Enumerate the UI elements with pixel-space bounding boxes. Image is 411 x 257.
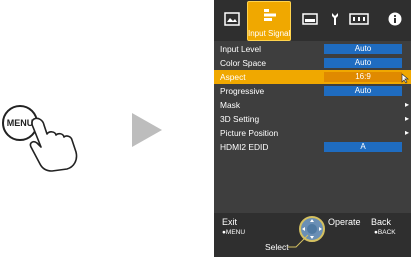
menu-item-color-space[interactable]: Color Space Auto xyxy=(214,56,411,70)
menu-tab-bar: Input Signal xyxy=(214,0,411,41)
chevron-right-icon: ▸ xyxy=(404,114,409,123)
tab-input-signal-label: Input Signal xyxy=(248,29,291,38)
menu-item-value: Auto xyxy=(324,86,402,96)
menu-item-list: Input Level Auto Color Space Auto Aspect… xyxy=(214,42,411,154)
back-button-hint: ●BACK xyxy=(374,229,396,236)
menu-item-label: Picture Position xyxy=(220,128,279,138)
info-icon[interactable] xyxy=(388,12,404,26)
exit-menu-hint: ●MENU xyxy=(222,229,246,236)
menu-item-hdmi2-edid[interactable]: HDMI2 EDID A xyxy=(214,140,411,154)
menu-item-label: Color Space xyxy=(220,58,267,68)
picture-icon[interactable] xyxy=(224,12,240,26)
menu-item-value: A xyxy=(324,142,402,152)
hand-pressing-menu-illustration: MENU xyxy=(2,105,78,172)
menu-item-value: Auto xyxy=(324,58,402,68)
select-callout-line xyxy=(288,234,309,248)
menu-item-label: HDMI2 EDID xyxy=(220,142,269,152)
installation-icon[interactable] xyxy=(302,12,318,26)
function-icon[interactable] xyxy=(327,12,343,26)
menu-item-label: Aspect xyxy=(220,72,246,82)
menu-item-mask[interactable]: Mask ▸ xyxy=(214,98,411,112)
chevron-right-icon: ▸ xyxy=(404,128,409,137)
pointer-cursor-icon xyxy=(401,73,409,84)
chevron-right-icon: ▸ xyxy=(404,100,409,109)
arrow-right-icon xyxy=(132,113,162,147)
select-label: Select xyxy=(265,242,289,252)
hand-icon xyxy=(29,117,78,172)
operate-label: Operate xyxy=(328,217,361,227)
menu-item-3d-setting[interactable]: 3D Setting ▸ xyxy=(214,112,411,126)
projector-menu-panel: Input Signal Input Level Auto Color Spac… xyxy=(214,0,411,257)
menu-item-label: Progressive xyxy=(220,86,265,96)
input-signal-icon xyxy=(264,9,276,21)
menu-item-value: Auto xyxy=(324,44,402,54)
menu-item-value: 16:9 xyxy=(324,72,402,82)
menu-button-label: MENU xyxy=(7,118,34,128)
menu-bottom-bar: Exit ●MENU Select Operate Back ●BACK xyxy=(214,213,411,257)
menu-item-aspect[interactable]: Aspect 16:9 xyxy=(214,70,411,84)
menu-item-label: 3D Setting xyxy=(220,114,260,124)
menu-item-picture-position[interactable]: Picture Position ▸ xyxy=(214,126,411,140)
exit-label[interactable]: Exit xyxy=(222,217,237,227)
menu-item-label: Input Level xyxy=(220,44,261,54)
menu-item-progressive[interactable]: Progressive Auto xyxy=(214,84,411,98)
back-label[interactable]: Back xyxy=(371,217,391,227)
menu-item-input-level[interactable]: Input Level Auto xyxy=(214,42,411,56)
menu-item-label: Mask xyxy=(220,100,241,110)
tab-input-signal[interactable]: Input Signal xyxy=(247,1,291,41)
display-setup-icon[interactable] xyxy=(349,12,369,26)
